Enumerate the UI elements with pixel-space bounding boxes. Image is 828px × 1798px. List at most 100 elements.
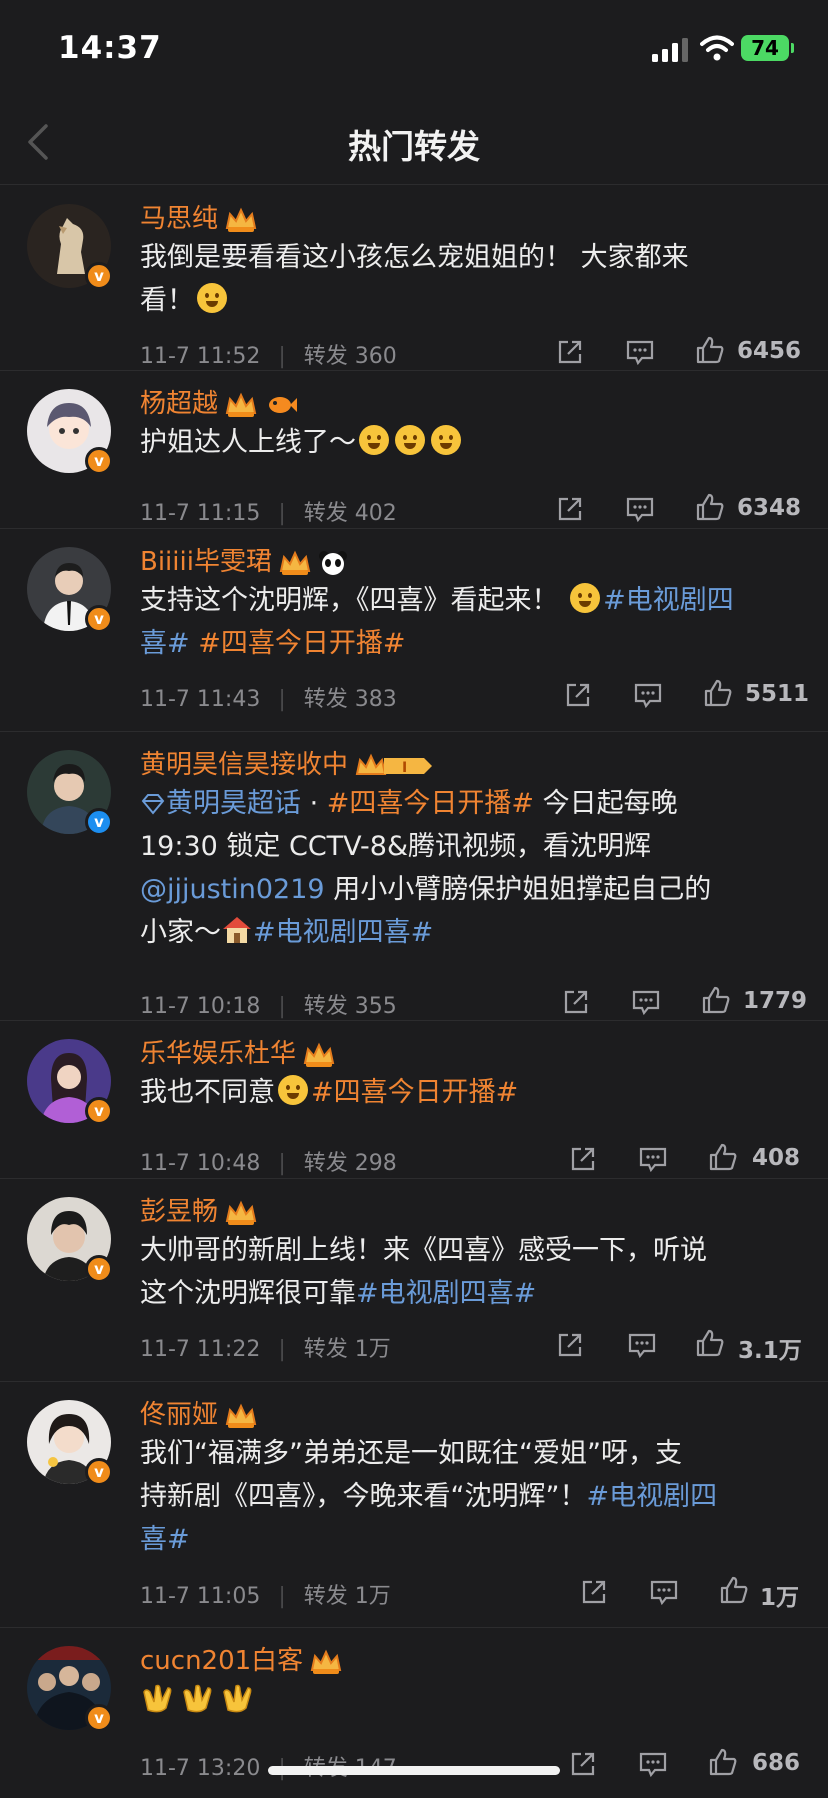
comment-icon[interactable] xyxy=(648,1576,680,1608)
repost-count: 转发 298 xyxy=(303,1151,397,1176)
like-icon[interactable] xyxy=(694,491,726,523)
comment-icon[interactable] xyxy=(624,493,656,525)
surprised-face-icon xyxy=(197,283,227,313)
share-icon[interactable] xyxy=(554,1329,586,1361)
comment-icon[interactable] xyxy=(626,1329,658,1361)
username[interactable]: 彭昱畅 xyxy=(140,1191,258,1228)
svg-text:I: I xyxy=(402,760,407,776)
share-icon[interactable] xyxy=(567,1748,599,1780)
hashtag-link-continued[interactable]: 喜# xyxy=(140,1524,190,1555)
avatar[interactable]: v xyxy=(27,204,113,290)
post-meta: 11-7 11:22 | 转发 1万 xyxy=(140,1337,391,1362)
share-icon[interactable] xyxy=(560,986,592,1018)
share-icon[interactable] xyxy=(554,493,586,525)
clapping-hands-icon xyxy=(223,1684,252,1713)
avatar[interactable]: v xyxy=(27,1646,113,1732)
repost-count: 转发 383 xyxy=(303,687,397,712)
like-icon[interactable] xyxy=(707,1141,739,1173)
post-text: 我倒是要看看这小孩怎么宠姐姐的！ 大家都来 看！ xyxy=(140,242,689,316)
comment-icon[interactable] xyxy=(637,1143,669,1175)
hashtag-link[interactable]: #电视剧四 xyxy=(603,585,734,616)
username[interactable]: 黄明昊信昊接收中 I xyxy=(140,744,434,781)
username[interactable]: 马思纯 xyxy=(140,198,258,235)
post-meta: 11-7 11:43 | 转发 383 xyxy=(140,687,397,712)
shush-face-icon xyxy=(431,425,461,455)
verified-badge: v xyxy=(85,1097,113,1125)
username[interactable]: 乐华娱乐杜华 xyxy=(140,1033,336,1070)
like-icon[interactable] xyxy=(700,984,732,1016)
crown-icon xyxy=(303,1042,335,1067)
post-meta: 11-7 11:15 | 转发 402 xyxy=(140,501,397,526)
repost-item: v 马思纯 我倒是要看看这小孩怎么宠姐姐的！ 大家都来 看！ 11-7 11:5… xyxy=(0,186,828,371)
clapping-hands-icon xyxy=(183,1684,212,1713)
avatar[interactable]: v xyxy=(27,547,113,633)
repost-item: v 彭昱畅 大帅哥的新剧上线！来《四喜》感受一下，听说 这个沈明辉很可靠#电视剧… xyxy=(0,1179,828,1382)
username[interactable]: cucn201白客 xyxy=(140,1640,343,1677)
post-text: 大帅哥的新剧上线！来《四喜》感受一下，听说 这个沈明辉很可靠#电视剧四喜# xyxy=(140,1235,707,1309)
like-count: 1779 xyxy=(743,988,808,1014)
cellular-signal-icon xyxy=(652,38,688,62)
like-icon[interactable] xyxy=(718,1574,750,1606)
crown-icon xyxy=(225,207,257,232)
post-text: 支持这个沈明辉，《四喜》看起来！ #电视剧四 喜# #四喜今日开播# xyxy=(140,583,734,659)
like-icon[interactable] xyxy=(702,677,734,709)
username[interactable]: Biiiii毕雯珺 xyxy=(140,541,348,578)
like-icon[interactable] xyxy=(694,1327,726,1359)
post-date: 11-7 13:20 xyxy=(140,1756,261,1781)
post-date: 11-7 10:18 xyxy=(140,994,261,1019)
share-icon[interactable] xyxy=(562,679,594,711)
post-text: 黄明昊超话 · #四喜今日开播# 今日起每晚 19:30 锁定 CCTV-8&腾… xyxy=(140,788,712,948)
mention-link[interactable]: @jjjustin0219 xyxy=(140,874,325,905)
verified-badge: v xyxy=(85,808,113,836)
hashtag-link-continued[interactable]: 喜# xyxy=(140,628,190,659)
verified-badge: v xyxy=(85,605,113,633)
share-icon[interactable] xyxy=(567,1143,599,1175)
like-count: 3.1万 xyxy=(738,1338,802,1364)
verified-badge: v xyxy=(85,1458,113,1486)
share-icon[interactable] xyxy=(554,336,586,368)
avatar[interactable]: v xyxy=(27,1400,113,1486)
post-date: 11-7 11:43 xyxy=(140,687,261,712)
like-icon[interactable] xyxy=(694,334,726,366)
repost-count: 转发 1万 xyxy=(303,1584,391,1609)
repost-item: v Biiiii毕雯珺 支持这个沈明辉，《四喜》看起来！ #电视剧四 喜# #四… xyxy=(0,529,828,732)
hashtag-link[interactable]: #四喜今日开播# xyxy=(311,1077,518,1108)
hashtag-link[interactable]: #电视剧四喜# xyxy=(253,917,433,948)
like-icon[interactable] xyxy=(707,1746,739,1778)
vip-level-badge-icon: I xyxy=(355,753,433,776)
comment-icon[interactable] xyxy=(637,1748,669,1780)
comment-icon[interactable] xyxy=(632,679,664,711)
comment-icon[interactable] xyxy=(630,986,662,1018)
avatar[interactable]: v xyxy=(27,1197,113,1283)
username[interactable]: 杨超越 xyxy=(140,383,298,420)
super-topic-link[interactable]: 黄明昊超话 xyxy=(166,788,301,819)
repost-count: 转发 355 xyxy=(303,994,397,1019)
username[interactable]: 佟丽娅 xyxy=(140,1394,258,1431)
clapping-hands-icon xyxy=(143,1684,172,1713)
avatar[interactable]: v xyxy=(27,389,113,475)
crown-icon xyxy=(225,392,257,417)
repost-item: v 黄明昊信昊接收中 I 黄明昊超话 · #四喜今日开播# 今日起每晚 19:30… xyxy=(0,732,828,1021)
post-meta: 11-7 11:52 | 转发 360 xyxy=(140,344,397,369)
house-icon xyxy=(223,917,251,943)
hashtag-link[interactable]: #电视剧四喜# xyxy=(356,1278,536,1309)
verified-badge: v xyxy=(85,1704,113,1732)
comment-icon[interactable] xyxy=(624,336,656,368)
post-date: 11-7 11:52 xyxy=(140,344,261,369)
verified-badge: v xyxy=(85,447,113,475)
hashtag-link[interactable]: #四喜今日开播# xyxy=(327,788,534,819)
hashtag-link[interactable]: #四喜今日开播# xyxy=(190,628,405,659)
hashtag-link[interactable]: #电视剧四 xyxy=(586,1481,717,1512)
post-text: 我也不同意 #四喜今日开播# xyxy=(140,1075,519,1108)
clock: 14:37 xyxy=(58,30,162,66)
avatar[interactable]: v xyxy=(27,1039,113,1125)
post-date: 11-7 11:22 xyxy=(140,1337,261,1362)
repost-count: 转发 402 xyxy=(303,501,397,526)
avatar[interactable]: v xyxy=(27,750,113,836)
repost-feed: v 马思纯 我倒是要看看这小孩怎么宠姐姐的！ 大家都来 看！ 11-7 11:5… xyxy=(0,186,828,1798)
post-meta: 11-7 11:05 | 转发 1万 xyxy=(140,1584,391,1609)
share-icon[interactable] xyxy=(578,1576,610,1608)
verified-badge: v xyxy=(85,262,113,290)
nav-bar: 热门转发 xyxy=(0,100,828,185)
home-indicator[interactable] xyxy=(268,1766,560,1775)
